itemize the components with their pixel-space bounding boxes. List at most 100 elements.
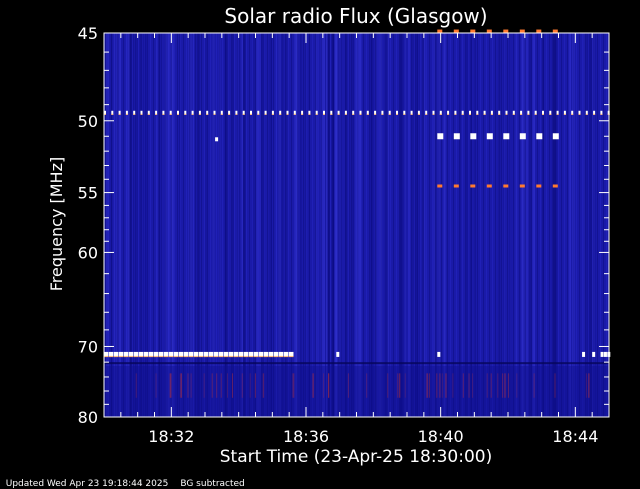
band-segment [486, 133, 493, 140]
noise-streak [164, 33, 167, 417]
interference-trace [387, 373, 389, 398]
interference-trace [155, 373, 157, 398]
interference-trace [397, 373, 399, 398]
band-segment [437, 29, 443, 33]
y-tick-label: 70 [78, 337, 98, 356]
noise-streak [470, 33, 472, 417]
noise-streak [285, 33, 288, 417]
band-segment-edge [454, 113, 457, 115]
band-segment [486, 29, 492, 33]
interference-trace [323, 373, 325, 398]
noise-streak [473, 33, 476, 417]
band-segment-edge [111, 113, 114, 115]
interference-trace [404, 373, 406, 398]
bg-subtracted-note: BG subtracted [180, 479, 245, 489]
band-segment [437, 351, 441, 357]
band-segment-edge [219, 355, 224, 358]
band-segment-edge [593, 113, 596, 115]
noise-streak [295, 33, 298, 417]
noise-streak [466, 33, 469, 417]
noise-streak [348, 33, 351, 417]
interference-trace [231, 373, 233, 398]
interference-trace [445, 373, 447, 398]
x-tick-label: 18:36 [283, 427, 329, 446]
band-segment-edge [184, 113, 187, 115]
band-segment [552, 184, 558, 188]
interference-trace [366, 373, 368, 398]
band-segment-edge [169, 113, 172, 115]
interference-trace [436, 373, 438, 398]
lower-noise-region [104, 365, 609, 417]
band-segment [519, 29, 525, 33]
noise-streak [400, 33, 403, 417]
y-tick-label: 45 [78, 24, 98, 43]
interference-trace [293, 373, 295, 398]
noise-streak [353, 33, 355, 417]
interference-trace [249, 373, 251, 398]
interference-trace [347, 373, 349, 398]
x-tick-label: 18:32 [148, 427, 194, 446]
dark-band-line [104, 362, 609, 365]
band-segment-edge [315, 113, 318, 115]
noise-streak [188, 33, 190, 417]
noise-streak [384, 33, 388, 417]
band-segment-edge [337, 113, 340, 115]
noise-streak [572, 33, 575, 417]
band-segment [437, 133, 444, 140]
interference-trace [472, 373, 474, 398]
noise-streak [315, 33, 318, 417]
noise-streak [592, 33, 596, 417]
noise-streak [509, 33, 512, 417]
interference-trace [426, 373, 428, 398]
noise-streak [196, 33, 200, 417]
y-axis-label: Frequency [MHz] [47, 157, 66, 291]
band-segment [336, 351, 340, 357]
band-segment-edge [520, 113, 523, 115]
y-tick-label: 60 [78, 243, 98, 262]
interference-trace [241, 373, 243, 398]
band-segment-edge [585, 113, 588, 115]
interference-trace [504, 373, 506, 398]
interference-trace [254, 373, 256, 398]
noise-streak [334, 33, 337, 417]
band-segment [536, 184, 542, 188]
band-segment-edge [239, 355, 244, 358]
band-segment-edge [274, 355, 279, 358]
noise-streak [258, 33, 262, 417]
interference-trace [533, 373, 535, 398]
band-segment-edge [396, 113, 398, 115]
noise-streak [225, 33, 229, 417]
band-segment [486, 184, 492, 188]
band-segment [470, 29, 476, 33]
noise-streak [542, 33, 544, 417]
noise-streak [205, 33, 208, 417]
band-segment [470, 133, 477, 140]
band-segment-edge [162, 113, 165, 115]
noise-streak [331, 33, 334, 417]
interference-trace [203, 373, 205, 398]
noise-streak [525, 33, 529, 417]
band-segment-edge [104, 355, 109, 358]
band-segment-edge [279, 113, 282, 115]
interference-trace [516, 373, 518, 398]
band-segment [552, 133, 559, 140]
noise-streak [503, 33, 505, 417]
interference-trace [486, 373, 488, 398]
interference-trace [497, 373, 499, 398]
band-segment-edge [534, 113, 537, 115]
band-segment-edge [229, 355, 234, 358]
band-segment [592, 351, 596, 357]
noise-streak [438, 33, 441, 417]
band-segment-edge [206, 113, 209, 115]
noise-streak [459, 33, 461, 417]
noise-streak [237, 33, 239, 417]
band-segment [453, 133, 460, 140]
band-segment-edge [439, 113, 442, 115]
band-segment-edge [254, 355, 259, 358]
band-segment [503, 29, 509, 33]
interference-trace [220, 373, 222, 398]
band-segment [437, 184, 443, 188]
band-segment-edge [571, 113, 574, 115]
interference-trace [588, 373, 590, 398]
band-segment-edge [498, 113, 501, 115]
